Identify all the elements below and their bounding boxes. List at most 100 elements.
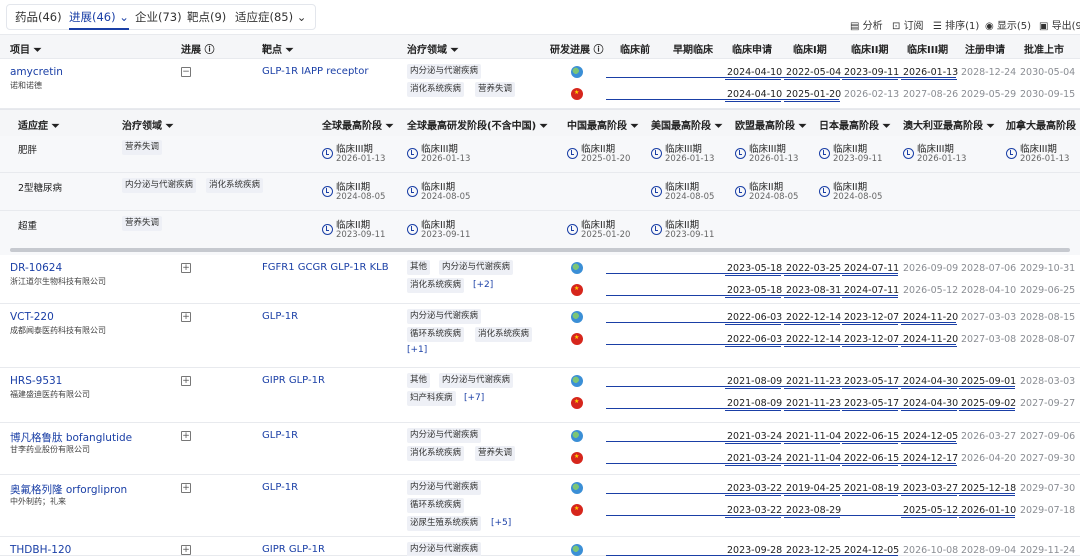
target-name[interactable]: FGFR1 GCGR GLP-1R KLB [262,262,389,273]
project-row[interactable]: amycretin 诺和诺德 − GLP-1R IAPP receptor 内分泌与代谢… [0,59,1080,109]
company-name[interactable]: 中外制药；礼来 [10,496,66,507]
project-row[interactable]: 博凡格鲁肽 bofanglutide 甘李药业股份有限公司 + GLP-1R 内分泌与代… [0,423,1080,475]
filter-icon[interactable]: ⏷ [33,45,41,56]
analysis-button[interactable]: ▤ 分析 [850,17,883,32]
pcol-eu[interactable]: 欧盟最高阶段 ⏷ [735,117,806,132]
expand-toggle[interactable]: + [181,376,191,386]
col-area[interactable]: 治疗领域 ⏷ [407,41,458,56]
china-flag-icon [571,397,583,409]
target-name[interactable]: GLP-1R [262,482,298,493]
date-underline [784,465,840,466]
indication-row[interactable]: 肥胖 营养失调 临床III期 2026-01-13 临床III期 2026-01-13 临床… [0,136,1080,173]
company-name[interactable]: 成都闻泰医药科技有限公司 [10,325,106,336]
indication-name: 2型糖尿病 [18,183,63,194]
project-row[interactable]: DR-10624 浙江道尔生物科技有限公司 + FGFR1 GCGR GLP-1R K… [0,255,1080,304]
project-row[interactable]: THDBH-120 + GIPR GLP-1R 内分泌与代谢疾病 2023-09-28 2… [0,537,1080,556]
company-name[interactable]: 浙江道尔生物科技有限公司 [10,276,106,287]
tab-companies[interactable]: 企业(73) [135,5,182,30]
project-name[interactable]: 博凡格鲁肽 bofanglutide [10,430,132,445]
target-name[interactable]: GLP-1R [262,311,298,322]
phase-date: 2029-07-30 [1020,483,1076,494]
col-target[interactable]: 靶点 ⏷ [262,41,293,56]
phase-date: 2027-03-08 [961,334,1017,345]
filter-icon[interactable]: ⏷ [986,121,994,132]
project-name[interactable]: THDBH-120 [10,544,71,556]
target-name[interactable]: GIPR GLP-1R [262,375,325,386]
pcol-indication[interactable]: 适应症 ⏷ [18,117,59,132]
tab-progress[interactable]: 进展(46) ⌄ [69,5,129,30]
target-name[interactable]: GIPR GLP-1R [262,544,325,555]
expand-toggle[interactable]: + [181,263,191,273]
filter-icon[interactable]: ⏷ [385,121,393,132]
company-name[interactable]: 诺和诺德 [10,80,42,91]
clock-icon [651,224,662,235]
global-flag-icon [571,66,583,78]
export-button[interactable]: ▣ 导出(9 [1039,17,1080,32]
expand-toggle[interactable]: + [181,312,191,322]
indication-row[interactable]: 2型糖尿病 内分泌与代谢疾病 消化系统疾病 临床II期 2024-08-05 临床II期 2… [0,174,1080,211]
date-underline [901,79,957,80]
phase-date: 2030-05-04 [1020,67,1076,78]
global-flag-icon [571,262,583,274]
pcol-jp[interactable]: 日本最高阶段 ⏷ [819,117,890,132]
expand-toggle[interactable]: − [181,67,191,77]
horizontal-scrollbar[interactable] [10,248,1070,252]
area-tag: 内分泌与代谢疾病 [407,428,482,443]
filter-icon[interactable]: ⏷ [630,121,638,132]
phase-date: 2023-12-07 [844,334,900,345]
filter-icon[interactable]: ⏷ [540,121,548,132]
date-underline [784,388,840,389]
target-name[interactable]: GLP-1R [262,430,298,441]
phase-date: 2025-01-20 [786,89,842,100]
project-name[interactable]: amycretin [10,66,63,78]
tab-drugs[interactable]: 药品(46) [15,5,62,30]
company-name[interactable]: 福建盛迪医药有限公司 [10,389,90,400]
filter-icon[interactable]: ⏷ [882,121,890,132]
filter-icon[interactable]: ⏷ [51,121,59,132]
filter-icon[interactable]: ⏷ [714,121,722,132]
target-name[interactable]: GLP-1R IAPP receptor [262,66,368,77]
date-underline [784,410,840,411]
pcol-us[interactable]: 美国最高阶段 ⏷ [651,117,722,132]
filter-icon[interactable]: ⏷ [450,45,458,56]
project-row[interactable]: VCT-220 成都闻泰医药科技有限公司 + GLP-1R 内分泌与代谢疾病 循环系统疾病… [0,304,1080,368]
subscribe-button[interactable]: ⊡ 订阅 [892,17,924,32]
pcol-au[interactable]: 澳大利亚最高阶段 ⏷ [903,117,994,132]
col-rd[interactable]: 研发进展 ⓘ [550,41,603,56]
sort-button[interactable]: ☰ 排序(1) [933,17,979,32]
tab-indications[interactable]: 适应症(85) ⌄ [235,5,306,30]
more-areas-link[interactable]: [+7] [464,393,484,403]
phase-date: 2023-03-22 [727,483,783,494]
project-row[interactable]: 奥氟格列隆 orforglipron 中外制药；礼来 + GLP-1R 内分泌与代谢疾病… [0,475,1080,537]
more-areas-link[interactable]: [+5] [491,518,511,528]
china-flag-icon [571,452,583,464]
pcol-area[interactable]: 治疗领域 ⏷ [122,117,173,132]
display-button[interactable]: ◉ 显示(5) [985,17,1031,32]
filter-icon[interactable]: ⏷ [165,121,173,132]
pcol-ca[interactable]: 加拿大最高阶段 [1006,117,1076,132]
pcol-global[interactable]: 全球最高阶段 ⏷ [322,117,393,132]
expand-toggle[interactable]: + [181,483,191,493]
more-areas-link[interactable]: [+1] [407,345,427,355]
expand-toggle[interactable]: + [181,545,191,555]
filter-icon[interactable]: ⏷ [285,45,293,56]
phase-date: 2022-12-14 [786,334,842,345]
stage-date: 2025-01-20 [581,154,631,164]
pcol-global-ex-cn[interactable]: 全球最高研发阶段(不含中国) ⏷ [407,117,548,132]
expand-toggle[interactable]: + [181,431,191,441]
col-progress[interactable]: 进展 ⓘ [181,41,214,56]
project-row[interactable]: HRS-9531 福建盛迪医药有限公司 + GIPR GLP-1R 其他 内分泌与代谢疾病… [0,368,1080,423]
filter-icon[interactable]: ⏷ [798,121,806,132]
col-project[interactable]: 项目 ⏷ [10,41,41,56]
project-name[interactable]: VCT-220 [10,311,54,323]
project-name[interactable]: 奥氟格列隆 orforglipron [10,482,127,497]
project-name[interactable]: DR-10624 [10,262,62,274]
more-areas-link[interactable]: [+2] [473,280,493,290]
pcol-china[interactable]: 中国最高阶段 ⏷ [567,117,638,132]
area-tag: 内分泌与代谢疾病 [407,64,482,79]
tab-targets[interactable]: 靶点(9) [187,5,226,30]
company-name[interactable]: 甘李药业股份有限公司 [10,444,90,455]
project-name[interactable]: HRS-9531 [10,375,62,387]
indication-row[interactable]: 超重 营养失调 临床II期 2023-09-11 临床II期 2023-09-11 临床II… [0,212,1080,249]
date-underline [842,324,898,325]
